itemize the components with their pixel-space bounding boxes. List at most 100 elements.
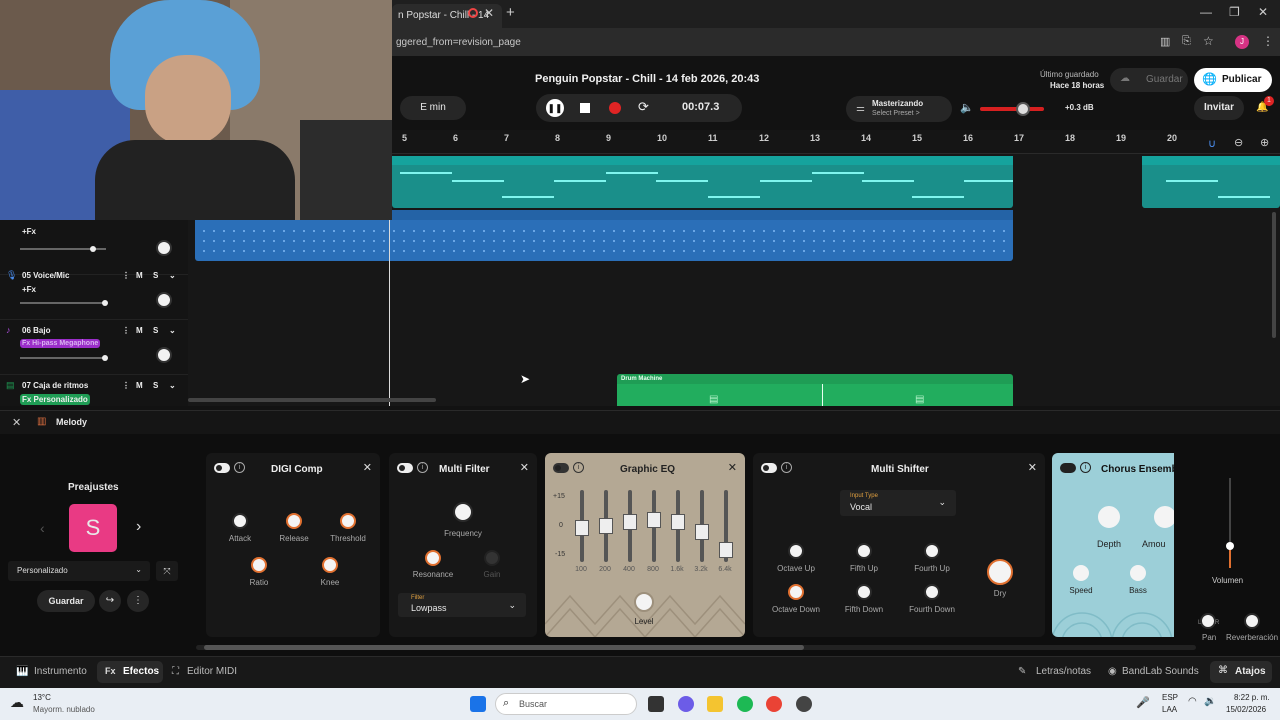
close-effect-icon[interactable]: ✕ (520, 461, 529, 474)
close-tab-icon[interactable]: ✕ (484, 6, 494, 20)
preset-unlink-icon[interactable]: ⤧ (156, 561, 178, 581)
zoom-in-icon[interactable]: ⊕ (1260, 136, 1269, 149)
browser-menu-icon[interactable]: ⋮ (1262, 34, 1274, 48)
knee-knob[interactable] (322, 557, 338, 573)
solo-button[interactable]: S (153, 326, 158, 335)
eq-fader-400[interactable] (623, 490, 637, 562)
depth-knob[interactable] (1096, 504, 1122, 530)
close-effect-icon[interactable]: ✕ (363, 461, 372, 474)
track-volume-slider[interactable] (20, 355, 108, 361)
attack-knob[interactable] (232, 513, 248, 529)
filter-select[interactable]: Filter Lowpass ⌄ (398, 593, 526, 617)
save-button[interactable]: ☁ Guardar (1110, 68, 1188, 92)
reading-icon[interactable]: ▥ (1160, 35, 1170, 48)
track-fx[interactable]: +Fx (20, 284, 38, 295)
gain-knob[interactable] (484, 550, 500, 566)
track-menu-icon[interactable]: ⋮ (122, 326, 130, 335)
mute-button[interactable]: M (136, 326, 143, 335)
effects-scrollbar-thumb[interactable] (204, 645, 804, 650)
solo-button[interactable]: S (153, 381, 158, 390)
next-preset-icon[interactable]: › (136, 518, 141, 536)
share-icon[interactable]: ↪ (99, 590, 121, 612)
info-icon[interactable]: i (1080, 462, 1091, 473)
octave-up-knob[interactable] (788, 543, 804, 559)
microphone-icon[interactable]: 🎤 (1136, 696, 1150, 709)
chevron-down-icon[interactable]: ⌄ (169, 326, 176, 335)
chrome-icon[interactable] (766, 696, 782, 712)
fader-knob[interactable] (623, 514, 637, 530)
tab-lyrics[interactable]: Letras/notas (1036, 666, 1091, 677)
track-row-05[interactable]: 🎙 05 Voice/Mic ⋮ M S ⌄ +Fx (0, 265, 188, 320)
shortcuts-button[interactable]: ⌘ Atajos (1210, 661, 1272, 683)
close-effect-icon[interactable]: ✕ (1028, 461, 1037, 474)
eq-fader-800[interactable] (647, 490, 661, 562)
tab-instrument[interactable]: Instrumento (34, 666, 87, 677)
new-tab-icon[interactable]: + (506, 4, 515, 21)
eq-fader-200[interactable] (599, 490, 613, 562)
spotify-icon[interactable] (737, 696, 753, 712)
ratio-knob[interactable] (251, 557, 267, 573)
obs-icon[interactable] (796, 696, 812, 712)
chevron-down-icon[interactable]: ⌄ (169, 381, 176, 390)
input-type-select[interactable]: Input Type Vocal ⌄ (840, 490, 956, 516)
maximize-icon[interactable]: ❐ (1229, 5, 1240, 19)
melody-clip-1[interactable] (392, 156, 1013, 208)
fifth-down-knob[interactable] (856, 584, 872, 600)
amount-knob[interactable] (1152, 504, 1174, 530)
preset-tile[interactable]: S (69, 504, 117, 552)
fourth-down-knob[interactable] (924, 584, 940, 600)
track-row-07[interactable]: ▤ 07 Caja de ritmos ⋮ M S ⌄ Fx Personali… (0, 375, 188, 406)
track-menu-icon[interactable]: ⋮ (122, 381, 130, 390)
bookmark-star-icon[interactable]: ☆ (1203, 34, 1214, 48)
volume-icon[interactable]: 🔉 (1204, 696, 1216, 707)
mute-button[interactable]: M (136, 381, 143, 390)
track-volume-slider[interactable] (20, 246, 106, 252)
language-layout[interactable]: LAA (1162, 705, 1177, 714)
stop-icon[interactable] (580, 103, 590, 113)
zoom-out-icon[interactable]: ⊖ (1234, 136, 1243, 149)
master-volume-knob[interactable] (1016, 102, 1030, 116)
chevron-down-icon[interactable]: ⌄ (169, 271, 176, 280)
drum-machine-clip[interactable]: Drum Machine ▤ ▤ (617, 374, 1013, 406)
mute-button[interactable]: M (136, 271, 143, 280)
invite-button[interactable]: Invitar (1194, 96, 1244, 120)
release-knob[interactable] (286, 513, 302, 529)
track-row-06[interactable]: ♪ 06 Bajo ⋮ M S ⌄ Fx Hi-pass Megaphone (0, 320, 188, 375)
install-icon[interactable]: ⎘ (1182, 35, 1191, 48)
effect-toggle[interactable] (397, 463, 413, 473)
pan-knob[interactable] (156, 292, 172, 308)
fader-knob[interactable] (647, 512, 661, 528)
info-icon[interactable]: i (781, 462, 792, 473)
effect-toggle[interactable] (553, 463, 569, 473)
close-effect-icon[interactable]: ✕ (728, 461, 737, 474)
fader-knob[interactable] (671, 514, 685, 530)
tab-effects[interactable]: Fx Efectos (97, 661, 163, 683)
fader-knob[interactable] (695, 524, 709, 540)
pan-knob[interactable] (1200, 613, 1216, 629)
resonance-knob[interactable] (425, 550, 441, 566)
effect-toggle[interactable] (214, 463, 230, 473)
master-volume-slider[interactable] (980, 102, 1044, 116)
pan-knob[interactable] (156, 347, 172, 363)
track-volume-slider[interactable] (20, 300, 108, 306)
vertical-scrollbar[interactable] (1272, 212, 1276, 338)
volume-fader-knob[interactable] (1226, 542, 1234, 550)
file-explorer-icon[interactable] (707, 696, 723, 712)
fader-knob[interactable] (719, 542, 733, 558)
pan-knob[interactable] (156, 240, 172, 256)
magnet-icon[interactable]: ∪ (1208, 137, 1216, 150)
melody-clip-2[interactable] (1142, 156, 1280, 208)
eq-fader-100[interactable] (575, 490, 589, 562)
slider-knob[interactable] (90, 246, 96, 252)
octave-down-knob[interactable] (788, 584, 804, 600)
language-code[interactable]: ESP (1162, 693, 1178, 702)
frequency-knob[interactable] (453, 502, 473, 522)
loop-icon[interactable]: ⟳ (638, 99, 649, 115)
info-icon[interactable]: i (417, 462, 428, 473)
track-fx[interactable]: Fx Hi-pass Megaphone (20, 339, 101, 348)
fourth-up-knob[interactable] (924, 543, 940, 559)
volume-fader[interactable] (1226, 478, 1234, 568)
record-icon[interactable] (609, 102, 621, 114)
pause-icon[interactable]: ❚❚ (546, 99, 564, 117)
save-preset-button[interactable]: Guardar (37, 590, 95, 612)
